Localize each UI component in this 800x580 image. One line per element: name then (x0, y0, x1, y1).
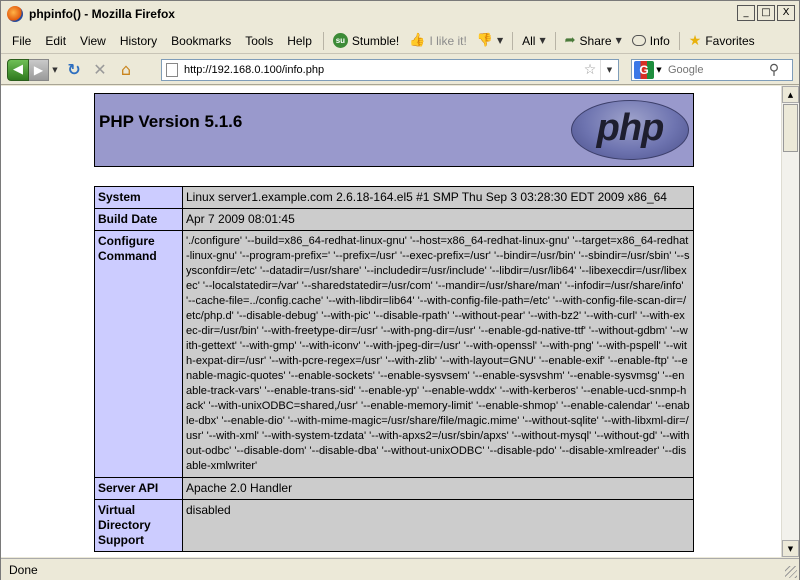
page-icon (166, 63, 178, 77)
arrow-left-icon: ◀ (13, 62, 23, 77)
navigation-toolbar: ◀ ▶ ▼ ↻ ✕ ⌂ http://192.168.0.100/info.ph… (1, 55, 799, 85)
search-icon[interactable]: ⚲ (764, 62, 784, 78)
row-key: Build Date (94, 208, 183, 231)
status-bar: Done (1, 558, 799, 580)
menu-bar: File Edit View History Bookmarks Tools H… (1, 28, 799, 54)
title-bar: phpinfo() - Mozilla Firefox _ □ X (1, 1, 799, 27)
stumbleupon-icon: su (332, 33, 348, 48)
stumble-button[interactable]: su Stumble! (328, 33, 404, 48)
chevron-down-icon: ▼ (539, 36, 546, 45)
vertical-scrollbar[interactable]: ▲ ▼ (781, 86, 799, 557)
thumbs-down-icon: 👎 (476, 33, 493, 48)
favorites-label: Favorites (705, 33, 755, 48)
menu-help[interactable]: Help (280, 34, 319, 48)
stumble-label: Stumble! (351, 33, 400, 48)
status-text: Done (9, 562, 38, 577)
row-value: Apr 7 2009 08:01:45 (182, 208, 694, 231)
search-input[interactable] (664, 64, 764, 76)
resize-grip[interactable] (785, 566, 797, 578)
address-bar[interactable]: http://192.168.0.100/info.php ☆ ▼ (161, 59, 619, 81)
back-button[interactable]: ◀ (7, 58, 29, 81)
like-button[interactable]: 👍 I like it! (404, 33, 472, 48)
chevron-down-icon: ▼ (52, 65, 58, 74)
history-dropdown[interactable]: ▼ (49, 59, 61, 81)
phpinfo-table: System Linux server1.example.com 2.6.18-… (94, 186, 694, 552)
all-dropdown[interactable]: All ▼ (517, 34, 551, 48)
row-value: Apache 2.0 Handler (182, 477, 694, 500)
table-row: System Linux server1.example.com 2.6.18-… (94, 186, 694, 209)
menu-bookmarks[interactable]: Bookmarks (164, 34, 238, 48)
php-logo[interactable]: php (571, 100, 689, 160)
bookmark-star-icon[interactable]: ☆ (580, 62, 600, 78)
arrow-right-icon: ▶ (33, 62, 44, 77)
php-logo-text: php (596, 106, 665, 149)
toolbar-separator (512, 31, 514, 50)
share-label: Share (579, 33, 612, 48)
toolbar-separator (678, 31, 680, 50)
table-row: Server API Apache 2.0 Handler (94, 477, 694, 500)
home-button[interactable]: ⌂ (113, 59, 139, 81)
stop-button[interactable]: ✕ (87, 59, 113, 81)
menu-file[interactable]: File (5, 34, 38, 48)
toolbar-separator (322, 31, 324, 50)
star-icon: ★ (688, 32, 702, 49)
maximize-button[interactable]: □ (757, 5, 775, 21)
window-controls: _ □ X (737, 5, 795, 21)
page-content: PHP Version 5.1.6 php System Linux serve… (1, 86, 781, 557)
row-value: disabled (182, 499, 694, 552)
table-row: Build Date Apr 7 2009 08:01:45 (94, 208, 694, 231)
minimize-button[interactable]: _ (737, 5, 755, 21)
toolbar-separator (554, 31, 556, 50)
url-dropdown-button[interactable]: ▼ (600, 60, 618, 80)
row-key: Server API (94, 477, 183, 500)
like-label: I like it! (429, 33, 467, 48)
row-value: './configure' '--build=x86_64-redhat-lin… (182, 230, 694, 478)
chevron-down-icon: ▼ (496, 36, 504, 45)
speech-bubble-icon (631, 35, 646, 46)
firefox-icon (7, 6, 23, 22)
php-header: PHP Version 5.1.6 php (94, 93, 694, 167)
window-title: phpinfo() - Mozilla Firefox (29, 7, 175, 21)
row-key: System (94, 186, 183, 209)
scrollbar-thumb[interactable] (783, 104, 798, 152)
table-row: Virtual Directory Support disabled (94, 499, 694, 552)
favorites-button[interactable]: ★ Favorites (684, 33, 760, 49)
menu-tools[interactable]: Tools (238, 34, 280, 48)
menu-history[interactable]: History (113, 34, 164, 48)
stop-icon: ✕ (93, 60, 107, 79)
row-value: Linux server1.example.com 2.6.18-164.el5… (182, 186, 694, 209)
chevron-down-icon: ▼ (615, 36, 622, 45)
google-icon[interactable]: G (634, 61, 654, 79)
browser-window: phpinfo() - Mozilla Firefox _ □ X File E… (0, 0, 800, 580)
scroll-down-button[interactable]: ▼ (782, 540, 799, 557)
row-key: Virtual Directory Support (94, 499, 183, 552)
thumbs-up-icon: 👍 (409, 33, 426, 48)
chevron-down-icon[interactable]: ▼ (654, 66, 664, 74)
reload-button[interactable]: ↻ (61, 59, 87, 81)
dislike-button[interactable]: 👎 ▼ (472, 33, 508, 48)
search-bar[interactable]: G ▼ ⚲ (631, 59, 793, 81)
url-text[interactable]: http://192.168.0.100/info.php (184, 64, 580, 76)
row-key: Configure Command (94, 230, 183, 478)
share-button[interactable]: ➦ Share ▼ (560, 33, 627, 48)
scroll-up-button[interactable]: ▲ (782, 86, 799, 103)
all-label: All (522, 33, 536, 48)
share-icon: ➦ (564, 33, 576, 48)
php-version-title: PHP Version 5.1.6 (99, 112, 243, 131)
info-button[interactable]: Info (627, 34, 675, 48)
table-row: Configure Command './configure' '--build… (94, 230, 694, 478)
forward-button[interactable]: ▶ (29, 58, 49, 81)
reload-icon: ↻ (67, 60, 81, 79)
menu-view[interactable]: View (73, 34, 113, 48)
info-label: Info (649, 33, 670, 48)
menu-edit[interactable]: Edit (38, 34, 73, 48)
home-icon: ⌂ (120, 60, 132, 79)
close-button[interactable]: X (777, 5, 795, 21)
